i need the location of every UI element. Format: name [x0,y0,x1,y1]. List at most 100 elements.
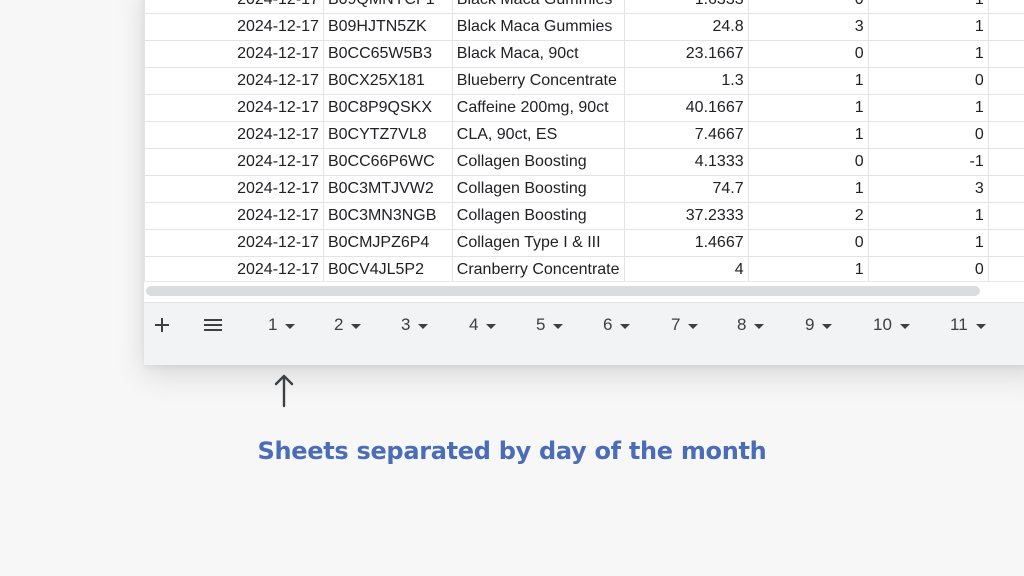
date-cell[interactable]: 2024-12-17 [144,202,324,230]
date-cell[interactable]: 2024-12-17 [144,0,324,14]
value-cell[interactable]: 4 [623,256,749,284]
sheet-tab-4[interactable]: 4 [469,313,497,337]
horizontal-scrollbar[interactable] [144,281,1024,302]
sku-cell[interactable]: B0C8P9QSKX [322,94,453,122]
sku-cell[interactable]: B0CC66P6WC [322,148,453,176]
empty-cell[interactable] [987,67,1024,95]
product-name-cell[interactable]: Collagen Type I & III [451,229,625,257]
empty-cell[interactable] [987,229,1024,257]
sku-cell[interactable]: B0C3MTJVW2 [322,175,453,203]
product-name-cell[interactable]: Caffeine 200mg, 90ct [451,94,625,122]
value-cell[interactable]: 1.3 [623,67,749,95]
empty-cell[interactable] [987,0,1024,14]
sku-cell[interactable]: B0CX25X181 [322,67,453,95]
value-cell[interactable]: 1 [747,175,869,203]
value-cell[interactable]: 3 [867,175,989,203]
value-cell[interactable]: 1 [747,256,869,284]
product-name-cell[interactable]: Collagen Boosting [451,148,625,176]
dropdown-caret-icon[interactable] [754,323,765,329]
date-cell[interactable]: 2024-12-17 [144,256,324,284]
sku-cell[interactable]: B0CC65W5B3 [322,40,453,68]
dropdown-caret-icon[interactable] [553,323,564,329]
sheet-tab-3[interactable]: 3 [401,313,429,337]
value-cell[interactable]: 1.4667 [623,229,749,257]
sheet-tab-2[interactable]: 2 [334,313,362,337]
value-cell[interactable]: 1 [747,121,869,149]
value-cell[interactable]: 1 [867,13,989,41]
product-name-cell[interactable]: Collagen Boosting [451,175,625,203]
empty-cell[interactable] [987,94,1024,122]
sheet-tab-6[interactable]: 6 [603,313,631,337]
value-cell[interactable]: 1 [867,40,989,68]
sheet-tab-7[interactable]: 7 [671,313,699,337]
date-cell[interactable]: 2024-12-17 [144,40,324,68]
value-cell[interactable]: 37.2333 [623,202,749,230]
empty-cell[interactable] [987,13,1024,41]
empty-cell[interactable] [987,148,1024,176]
date-cell[interactable]: 2024-12-17 [144,229,324,257]
product-name-cell[interactable]: Cranberry Concentrate [451,256,625,284]
sheet-grid[interactable]: 2024-12-17B09QMNYCF1Black Maca Gummies1.… [144,0,1024,302]
product-name-cell[interactable]: Blueberry Concentrate [451,67,625,95]
date-cell[interactable]: 2024-12-17 [144,121,324,149]
dropdown-caret-icon[interactable] [285,323,296,329]
value-cell[interactable]: 7.4667 [623,121,749,149]
dropdown-caret-icon[interactable] [486,323,497,329]
empty-cell[interactable] [987,202,1024,230]
value-cell[interactable]: 1 [867,202,989,230]
dropdown-caret-icon[interactable] [688,323,699,329]
date-cell[interactable]: 2024-12-17 [144,13,324,41]
dropdown-caret-icon[interactable] [899,323,910,329]
date-cell[interactable]: 2024-12-17 [144,94,324,122]
empty-cell[interactable] [987,121,1024,149]
value-cell[interactable]: 0 [747,229,869,257]
sku-cell[interactable]: B0CMJPZ6P4 [322,229,453,257]
sheet-tab-8[interactable]: 8 [737,313,765,337]
empty-cell[interactable] [987,256,1024,284]
all-sheets-button[interactable] [201,313,225,337]
product-name-cell[interactable]: Collagen Boosting [451,202,625,230]
empty-cell[interactable] [987,175,1024,203]
sku-cell[interactable]: B09QMNYCF1 [322,0,453,14]
date-cell[interactable]: 2024-12-17 [144,67,324,95]
empty-cell[interactable] [987,40,1024,68]
value-cell[interactable]: -1 [867,148,989,176]
value-cell[interactable]: 0 [867,67,989,95]
add-sheet-button[interactable] [150,313,174,337]
date-cell[interactable]: 2024-12-17 [144,175,324,203]
value-cell[interactable]: 74.7 [623,175,749,203]
value-cell[interactable]: 0 [867,256,989,284]
sheet-tab-5[interactable]: 5 [536,313,564,337]
value-cell[interactable]: 0 [747,40,869,68]
dropdown-caret-icon[interactable] [418,323,429,329]
dropdown-caret-icon[interactable] [620,323,631,329]
value-cell[interactable]: 1 [867,0,989,14]
value-cell[interactable]: 2 [747,202,869,230]
date-cell[interactable]: 2024-12-17 [144,148,324,176]
value-cell[interactable]: 40.1667 [623,94,749,122]
value-cell[interactable]: 23.1667 [623,40,749,68]
value-cell[interactable]: 1 [867,94,989,122]
product-name-cell[interactable]: Black Maca, 90ct [451,40,625,68]
value-cell[interactable]: 1 [747,94,869,122]
value-cell[interactable]: 1 [867,229,989,257]
value-cell[interactable]: 0 [747,148,869,176]
sheet-tab-1[interactable]: 1 [268,313,296,337]
value-cell[interactable]: 3 [747,13,869,41]
dropdown-caret-icon[interactable] [975,323,986,329]
product-name-cell[interactable]: Black Maca Gummies [451,13,625,41]
value-cell[interactable]: 1 [747,67,869,95]
sheet-tab-10[interactable]: 10 [873,313,910,337]
sku-cell[interactable]: B0CV4JL5P2 [322,256,453,284]
value-cell[interactable]: 0 [867,121,989,149]
sku-cell[interactable]: B0C3MN3NGB [322,202,453,230]
value-cell[interactable]: 4.1333 [623,148,749,176]
sku-cell[interactable]: B0CYTZ7VL8 [322,121,453,149]
sheet-tab-11[interactable]: 11 [950,313,986,337]
dropdown-caret-icon[interactable] [351,323,362,329]
scrollbar-thumb[interactable] [146,286,980,296]
sheet-tab-9[interactable]: 9 [805,313,833,337]
value-cell[interactable]: 1.6333 [623,0,749,14]
sku-cell[interactable]: B09HJTN5ZK [322,13,453,41]
value-cell[interactable]: 24.8 [623,13,749,41]
